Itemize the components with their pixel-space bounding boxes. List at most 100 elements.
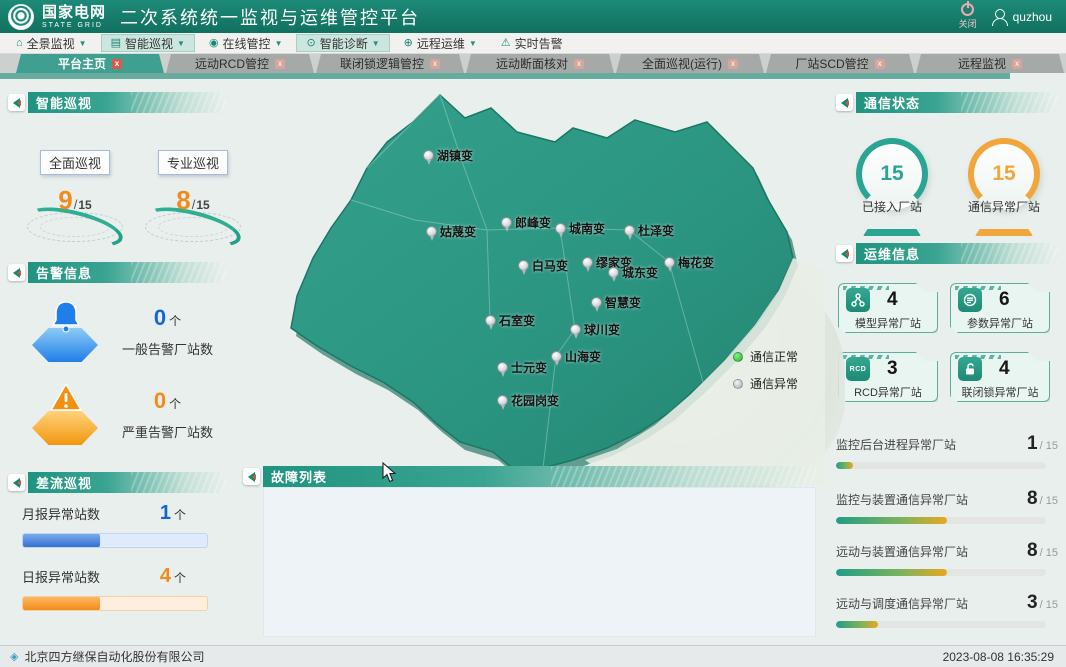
map-pin-icon xyxy=(555,223,566,234)
tab-label: 远程监视 xyxy=(958,55,1006,72)
close-icon[interactable]: x xyxy=(430,59,440,69)
station-pin-baima[interactable]: 白马变 xyxy=(518,257,568,274)
tab-label: 远动断面核对 xyxy=(496,55,568,72)
tab-platform-home[interactable]: 平台主页 x xyxy=(16,54,164,73)
fault-list-panel[interactable] xyxy=(263,487,816,637)
alarm-severe-row: 0个 严重告警厂站数 xyxy=(28,375,228,453)
tab-full-inspection[interactable]: 全面巡视(运行) x xyxy=(616,54,764,73)
collapse-arrow-icon[interactable] xyxy=(8,474,25,491)
gauge-value: 15 xyxy=(880,162,903,186)
menu-item-online-control[interactable]: ◉ 在线管控 ▼ xyxy=(199,34,293,52)
tab-section-check[interactable]: 远动断面核对 x xyxy=(466,54,614,73)
progress-label: 远动与调度通信异常厂站 xyxy=(836,595,968,612)
user-menu[interactable]: quzhou xyxy=(991,9,1052,25)
menu-item-remote-ops[interactable]: ⊕ 远程运维 ▼ xyxy=(394,34,487,52)
gauge-slash: / xyxy=(74,197,78,212)
collapse-arrow-icon[interactable] xyxy=(8,264,25,281)
diff-flow-monthly: 月报异常站数 1个 xyxy=(22,502,212,548)
gauge-full-inspection: 全面巡视 9/15 xyxy=(25,150,125,244)
legend-label: 通信异常 xyxy=(750,375,798,392)
map-legend: 通信正常 通信异常 xyxy=(733,348,798,402)
station-pin-langfeng[interactable]: 郎峰变 xyxy=(501,214,551,231)
card-model-abnormal[interactable]: 4 模型异常厂站 xyxy=(838,283,938,333)
collapse-arrow-icon[interactable] xyxy=(836,94,853,111)
tab-label: 平台主页 xyxy=(58,55,106,72)
section-title: 故障列表 xyxy=(271,467,327,486)
menu-item-panorama[interactable]: ⌂ 全景监视 ▼ xyxy=(6,34,97,52)
map-pin-icon xyxy=(570,324,581,335)
progress-monitor-backend: 监控后台进程异常厂站 1 / 15 xyxy=(836,433,1058,469)
section-title: 通信状态 xyxy=(864,93,920,112)
tab-interlock-logic[interactable]: 联闭锁逻辑管控 x xyxy=(316,54,464,73)
card-value: 6 xyxy=(985,289,1049,311)
progress-telecontrol-device-comm: 远动与装置通信异常厂站 8 / 15 xyxy=(836,540,1058,576)
tab-label: 厂站SCD管控 xyxy=(795,55,868,72)
close-icon[interactable]: x xyxy=(875,59,885,69)
tab-scd-control[interactable]: 厂站SCD管控 x xyxy=(766,54,914,73)
station-pin-shishi[interactable]: 石室变 xyxy=(485,312,535,329)
close-icon[interactable]: x xyxy=(728,59,738,69)
collapse-arrow-icon[interactable] xyxy=(243,468,260,485)
home-icon: ⌂ xyxy=(16,38,23,49)
progress-track xyxy=(836,621,1046,628)
close-icon[interactable]: x xyxy=(1012,59,1022,69)
progress-fill xyxy=(836,569,947,576)
gauge-label: 全面巡视 xyxy=(40,150,110,175)
card-rcd-abnormal[interactable]: RCD 3 RCD异常厂站 xyxy=(838,352,938,402)
card-value: 4 xyxy=(873,289,937,311)
card-label: 联闭锁异常厂站 xyxy=(951,384,1049,400)
logout-button[interactable]: 关闭 xyxy=(959,3,977,30)
close-icon[interactable]: x xyxy=(574,59,584,69)
page-title: 二次系统统一监视与运维管控平台 xyxy=(120,4,420,30)
station-pin-huayuangang[interactable]: 花园岗变 xyxy=(497,392,559,409)
collapse-arrow-icon[interactable] xyxy=(836,245,853,262)
station-label: 智慧变 xyxy=(605,294,641,311)
alarm-label: 严重告警厂站数 xyxy=(122,422,213,441)
tab-label: 远动RCD管控 xyxy=(195,55,269,72)
menu-item-realtime-alarm[interactable]: ⚠ 实时告警 xyxy=(491,34,573,52)
station-label: 白马变 xyxy=(532,257,568,274)
rcd-icon-text: RCD xyxy=(850,366,867,373)
menu-item-smart-diagnosis[interactable]: ⊙ 智能诊断 ▼ xyxy=(296,34,389,52)
progress-fill xyxy=(836,517,947,524)
legend-label: 通信正常 xyxy=(750,348,798,365)
station-pin-shiyuan[interactable]: 士元变 xyxy=(497,359,547,376)
interlock-icon xyxy=(958,357,982,381)
station-label: 梅花变 xyxy=(678,254,714,271)
tab-remote-monitor[interactable]: 远程监视 x xyxy=(916,54,1064,73)
username: quzhou xyxy=(1013,10,1052,24)
chevron-down-icon: ▼ xyxy=(372,39,380,48)
dashboard-root: 国家电网 STATE GRID 二次系统统一监视与运维管控平台 关闭 quzho… xyxy=(0,0,1066,667)
station-pin-shanhai[interactable]: 山海变 xyxy=(551,348,601,365)
progress-track xyxy=(836,462,1046,469)
state-grid-logo xyxy=(8,4,34,30)
station-pin-zhihui[interactable]: 智慧变 xyxy=(591,294,641,311)
progress-value: 3 xyxy=(1027,592,1038,614)
station-pin-huzhen[interactable]: 湖镇变 xyxy=(423,147,473,164)
station-label: 杜泽变 xyxy=(638,222,674,239)
close-icon[interactable]: x xyxy=(275,59,285,69)
tab-underline-strip xyxy=(0,73,1010,79)
tab-rcd-control[interactable]: 远动RCD管控 x xyxy=(166,54,314,73)
station-pin-chengdong[interactable]: 城东变 xyxy=(608,264,658,281)
gauge-total: 15 xyxy=(78,198,91,212)
card-label: 模型异常厂站 xyxy=(839,315,937,331)
station-pin-meihua[interactable]: 梅花变 xyxy=(664,254,714,271)
station-pin-duze[interactable]: 杜泽变 xyxy=(624,222,674,239)
station-pin-qiuchuan[interactable]: 球川变 xyxy=(570,321,620,338)
card-interlock-abnormal[interactable]: 4 联闭锁异常厂站 xyxy=(950,352,1050,402)
station-pin-gumie[interactable]: 姑蔑变 xyxy=(426,223,476,240)
progress-track xyxy=(22,596,208,611)
section-smart-inspection: 智能巡视 xyxy=(28,92,226,113)
gauge-label: 专业巡视 xyxy=(158,150,228,175)
collapse-arrow-icon[interactable] xyxy=(8,94,25,111)
gauge-total: 15 xyxy=(196,198,209,212)
card-params-abnormal[interactable]: 6 参数异常厂站 xyxy=(950,283,1050,333)
menu-item-smart-inspection[interactable]: ▤ 智能巡视 ▼ xyxy=(101,34,195,52)
close-icon[interactable]: x xyxy=(112,59,122,69)
progress-fill xyxy=(23,597,100,610)
gauge-value: 8 xyxy=(176,185,190,215)
bar-count: 4 xyxy=(160,565,171,587)
station-pin-chengnan[interactable]: 城南变 xyxy=(555,220,605,237)
bell-icon xyxy=(28,296,104,366)
